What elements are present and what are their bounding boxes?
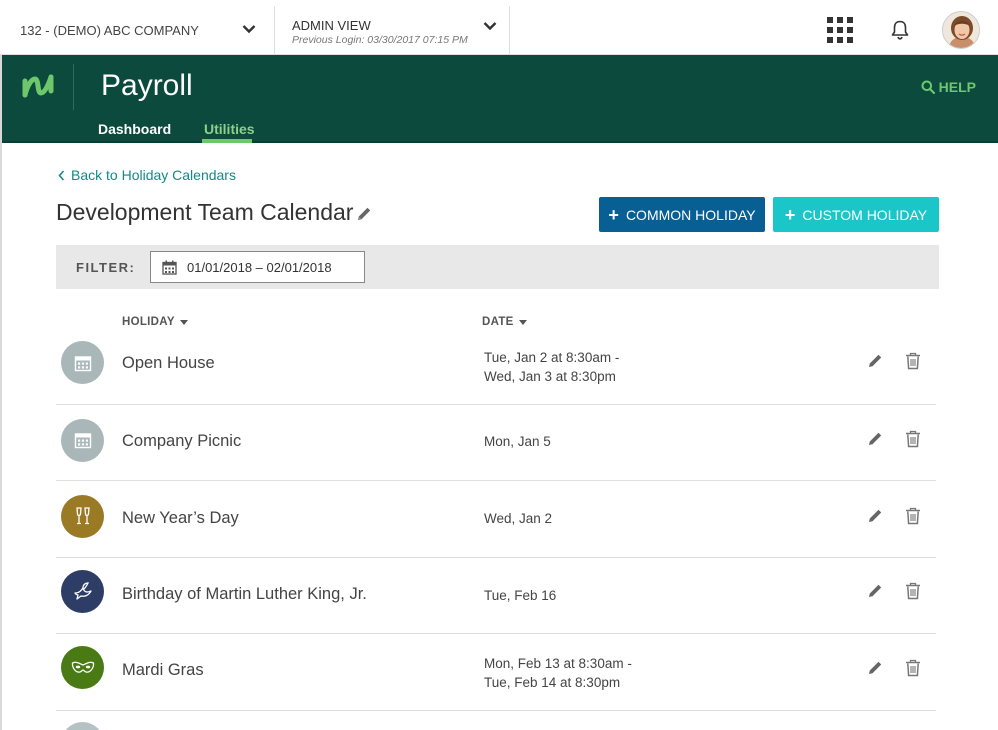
top-bar: 132 - (DEMO) ABC COMPANY ADMIN VIEW Prev…	[0, 0, 998, 55]
holiday-name: New Year’s Day	[122, 509, 239, 527]
back-link[interactable]: Back to Holiday Calendars	[58, 167, 236, 183]
table-row: Birthday of Martin Luther King, Jr. Tue,…	[56, 558, 936, 634]
pencil-icon[interactable]	[866, 582, 884, 600]
common-holiday-label: COMMON HOLIDAY	[625, 206, 756, 223]
holiday-date: Tue, Feb 16	[484, 586, 556, 605]
holiday-name: Mardi Gras	[122, 661, 204, 679]
holiday-icon-circle	[61, 495, 104, 538]
logo-divider	[73, 64, 74, 110]
date-column-label: DATE	[482, 316, 514, 328]
help-link[interactable]: HELP	[921, 79, 976, 95]
pencil-icon[interactable]	[866, 659, 884, 677]
holiday-date-line2: Tue, Feb 14 at 8:30pm	[484, 675, 621, 690]
table-row: Open House Tue, Jan 2 at 8:30am - Wed, J…	[56, 328, 936, 405]
calendar-icon	[74, 433, 91, 449]
mask-icon	[71, 661, 94, 673]
dove-icon	[73, 582, 92, 600]
bell-icon[interactable]	[889, 19, 911, 41]
chevron-down-icon	[242, 25, 256, 34]
trash-icon[interactable]	[905, 352, 921, 370]
custom-holiday-label: CUSTOM HOLIDAY	[802, 206, 928, 223]
date-column-header[interactable]: DATE	[482, 316, 527, 328]
plus-icon: +	[608, 204, 619, 225]
holiday-date-line2: Wed, Jan 3 at 8:30pm	[484, 369, 616, 384]
chevron-left-icon	[58, 169, 65, 181]
active-tab-indicator	[202, 139, 252, 143]
table-row: Mardi Gras Mon, Feb 13 at 8:30am - Tue, …	[56, 634, 936, 711]
pencil-icon[interactable]	[866, 507, 884, 525]
pencil-icon[interactable]	[355, 205, 373, 223]
logo-icon	[22, 74, 54, 98]
apps-grid-icon[interactable]	[827, 17, 853, 43]
add-common-holiday-button[interactable]: + COMMON HOLIDAY	[599, 197, 765, 232]
holiday-date: Wed, Jan 2	[484, 509, 552, 528]
tab-dashboard[interactable]: Dashboard	[98, 121, 171, 137]
trash-icon[interactable]	[905, 507, 921, 525]
holiday-date: Mon, Feb 13 at 8:30am - Tue, Feb 14 at 8…	[484, 654, 632, 692]
trash-icon[interactable]	[905, 582, 921, 600]
holiday-date-line1: Tue, Feb 16	[484, 587, 557, 603]
company-label: 132 - (DEMO) ABC COMPANY	[20, 23, 199, 38]
pencil-icon[interactable]	[866, 352, 884, 370]
holiday-date-line1: Tue, Jan 2 at 8:30am -	[484, 350, 620, 365]
table-row: Company Picnic Mon, Jan 5	[56, 405, 936, 481]
date-range-picker[interactable]: 01/01/2018 – 02/01/2018	[150, 251, 365, 283]
sort-caret-icon	[179, 319, 188, 325]
holiday-icon-circle	[61, 722, 104, 730]
user-photo-icon	[943, 12, 979, 48]
add-custom-holiday-button[interactable]: + CUSTOM HOLIDAY	[773, 197, 939, 232]
holiday-list: Open House Tue, Jan 2 at 8:30am - Wed, J…	[56, 328, 936, 711]
holiday-icon-circle	[61, 646, 104, 689]
holiday-name: Company Picnic	[122, 431, 242, 450]
date-range-value: 01/01/2018 – 02/01/2018	[187, 259, 332, 275]
table-row: New Year’s Day Wed, Jan 2	[56, 481, 936, 558]
holiday-column-header[interactable]: HOLIDAY	[122, 316, 188, 328]
view-selector[interactable]: ADMIN VIEW Previous Login: 03/30/2017 07…	[276, 6, 510, 55]
holiday-icon-circle	[61, 569, 104, 613]
filter-label: FILTER:	[76, 260, 136, 275]
previous-login-text: Previous Login: 03/30/2017 07:15 PM	[292, 34, 468, 46]
app-title: Payroll	[101, 69, 193, 102]
avatar[interactable]	[942, 11, 980, 49]
calendar-icon	[162, 260, 177, 275]
company-selector[interactable]: 132 - (DEMO) ABC COMPANY	[2, 6, 275, 55]
holiday-name: Birthday of Martin Luther King, Jr.	[122, 584, 367, 603]
filter-bar: FILTER: 01/01/2018 – 02/01/2018	[56, 245, 939, 289]
back-link-label: Back to Holiday Calendars	[71, 167, 236, 183]
sort-caret-icon	[518, 319, 527, 325]
holiday-date-line1: Mon, Feb 13 at 8:30am -	[484, 656, 632, 671]
holiday-icon-circle	[61, 418, 104, 462]
holiday-date-line1: Wed, Jan 2	[484, 511, 553, 526]
trash-icon[interactable]	[905, 659, 921, 677]
chevron-down-icon	[483, 22, 497, 31]
champagne-icon	[75, 506, 90, 524]
pencil-icon[interactable]	[866, 430, 884, 448]
plus-icon: +	[784, 204, 796, 225]
help-label: HELP	[938, 79, 976, 95]
tab-utilities[interactable]: Utilities	[204, 121, 255, 137]
search-icon	[921, 80, 935, 94]
holiday-column-label: HOLIDAY	[122, 316, 175, 328]
admin-view-label: ADMIN VIEW	[292, 18, 371, 33]
holiday-date: Mon, Jan 5	[484, 432, 551, 451]
page-title: Development Team Calendar	[56, 199, 354, 225]
holiday-date: Tue, Jan 2 at 8:30am - Wed, Jan 3 at 8:3…	[484, 348, 619, 386]
trash-icon[interactable]	[905, 430, 921, 448]
holiday-name: Open House	[122, 354, 215, 372]
app-header: Payroll HELP Dashboard Utilities	[2, 55, 998, 143]
calendar-icon	[74, 355, 91, 371]
holiday-icon-circle	[61, 341, 104, 384]
holiday-date-line1: Mon, Jan 5	[484, 433, 551, 449]
